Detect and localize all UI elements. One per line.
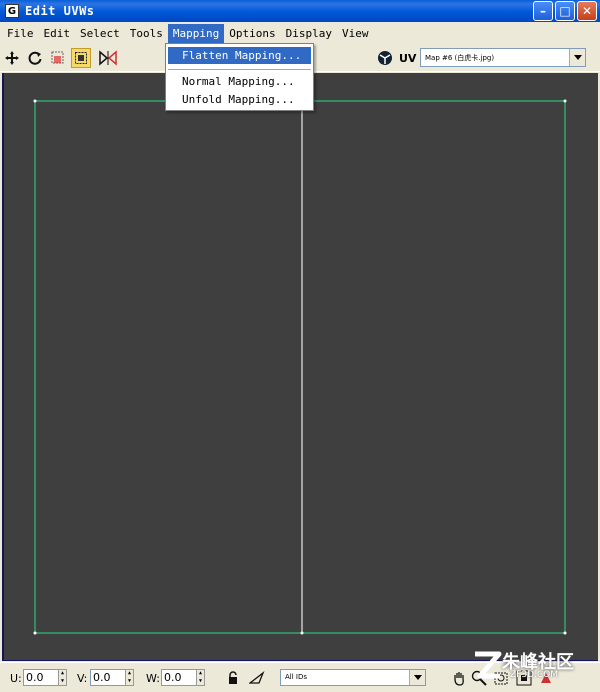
menu-edit[interactable]: Edit — [39, 24, 76, 43]
uv-canvas[interactable] — [4, 73, 598, 660]
window-title: Edit UVWs — [25, 4, 95, 18]
v-label: V: — [77, 672, 88, 685]
v-spinner[interactable]: ▲ ▼ — [125, 669, 134, 686]
uv-viewport[interactable] — [2, 73, 598, 661]
menu-tools[interactable]: Tools — [125, 24, 168, 43]
menu-separator — [168, 69, 311, 70]
uv-vertex[interactable] — [563, 631, 567, 635]
window-controls: – □ ✕ — [533, 1, 597, 21]
watermark-logo-icon — [475, 651, 502, 679]
uv-vertex[interactable] — [33, 99, 37, 103]
map-select-value: Map #6 (白虎卡.jpg) — [425, 53, 495, 62]
move-icon[interactable] — [2, 48, 22, 68]
title-bar[interactable]: G Edit UVWs – □ ✕ — [0, 0, 600, 22]
menu-mapping[interactable]: Mapping — [167, 23, 225, 43]
u-spinner[interactable]: ▲ ▼ — [58, 669, 67, 686]
normal-mapping-item[interactable]: Normal Mapping... — [168, 73, 311, 90]
map-select[interactable]: Map #6 (白虎卡.jpg) — [420, 48, 586, 67]
mapping-dropdown: Flatten Mapping... Normal Mapping... Unf… — [165, 43, 314, 111]
uv-vertex[interactable] — [563, 99, 567, 103]
w-label: W: — [146, 672, 160, 685]
uv-vertex[interactable] — [300, 631, 304, 635]
pan-icon[interactable] — [450, 669, 468, 687]
menu-bar: File Edit Select Tools Mapping Options D… — [0, 23, 600, 43]
maximize-button[interactable]: □ — [555, 1, 575, 21]
unfold-mapping-item[interactable]: Unfold Mapping... — [168, 91, 311, 108]
menu-options[interactable]: Options — [224, 24, 280, 43]
minimize-button[interactable]: – — [533, 1, 553, 21]
rotate-icon[interactable] — [25, 48, 45, 68]
site-watermark: 朱峰社区 ZF3D.COM — [472, 646, 594, 686]
uv-shell-border[interactable] — [34, 100, 566, 634]
filter-icon[interactable] — [248, 669, 266, 687]
menu-select[interactable]: Select — [75, 24, 125, 43]
menu-display[interactable]: Display — [281, 24, 337, 43]
chevron-down-icon[interactable] — [409, 670, 425, 685]
ids-select-value: All IDs — [285, 673, 308, 681]
chevron-down-icon[interactable] — [569, 49, 585, 66]
uv-vertex[interactable] — [33, 631, 37, 635]
uv-label: UV — [399, 52, 417, 65]
menu-view[interactable]: View — [337, 24, 374, 43]
lock-icon[interactable] — [224, 669, 242, 687]
watermark-url: ZF3D.COM — [510, 670, 558, 680]
menu-file[interactable]: File — [2, 24, 39, 43]
checker-map-icon[interactable] — [375, 48, 395, 68]
flatten-mapping-item[interactable]: Flatten Mapping... — [168, 47, 311, 64]
w-spinner[interactable]: ▲ ▼ — [196, 669, 205, 686]
scale-icon[interactable] — [48, 48, 68, 68]
ids-select[interactable]: All IDs — [280, 669, 426, 686]
close-button[interactable]: ✕ — [577, 1, 597, 21]
u-label: U: — [10, 672, 22, 685]
mirror-icon[interactable] — [98, 48, 118, 68]
freeform-icon[interactable] — [71, 48, 91, 68]
app-icon: G — [5, 4, 19, 18]
